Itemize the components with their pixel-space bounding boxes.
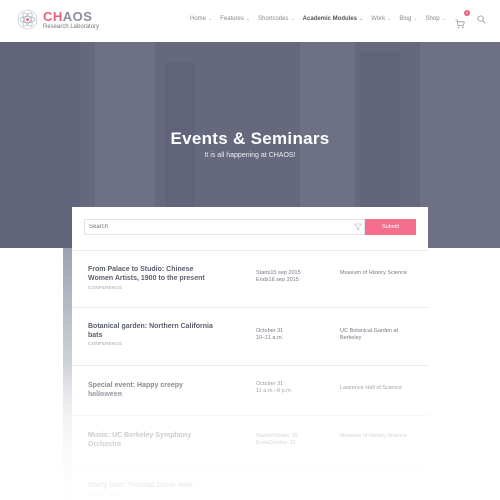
- event-category[interactable]: UNIVERSITY: [88, 443, 118, 448]
- event-title[interactable]: From Palace to Studio: Chinese Women Art…: [88, 265, 218, 283]
- chevron-down-icon: ⌄: [359, 16, 364, 22]
- site-header: CHAOS Research Laboratory Home ⌄ Features…: [0, 0, 500, 42]
- event-date: StartsOctober 30 EndsOctober 31: [256, 433, 326, 447]
- nav-label: Shortcodes: [258, 16, 289, 22]
- chevron-down-icon: ⌄: [290, 16, 295, 22]
- event-date-line: 11 a.m.–8 p.m.: [256, 388, 293, 394]
- event-row[interactable]: Special event: Happy creepy halloween CE…: [72, 365, 428, 415]
- event-date: Starts15 sep 2015 Ends16 sep 2015: [256, 270, 326, 284]
- cart-icon-svg: [455, 19, 465, 29]
- submit-button[interactable]: Submit: [365, 219, 416, 235]
- nav-label: Shop: [425, 16, 440, 22]
- cart-icon[interactable]: 0: [455, 10, 470, 29]
- chevron-down-icon: ⌄: [413, 16, 418, 22]
- event-category[interactable]: CONFERENCE: [88, 341, 123, 346]
- search-icon[interactable]: [477, 14, 486, 24]
- site-logo[interactable]: CHAOS Research Laboratory: [17, 9, 99, 30]
- page-title: Events & Seminars: [170, 129, 330, 148]
- event-location: Lawrence Hall of Science: [340, 385, 403, 391]
- brand-title: CHAOS: [43, 10, 99, 23]
- event-date-line: Starts15 sep 2015: [256, 270, 301, 276]
- event-row[interactable]: Music: UC Berkeley Symphony Orchestra UN…: [72, 415, 428, 465]
- nav-label: Features: [220, 16, 244, 22]
- chevron-down-icon: ⌄: [387, 16, 392, 22]
- filter-icon[interactable]: [354, 223, 362, 231]
- brand-subtitle: Research Laboratory: [43, 23, 100, 30]
- nav-item-features[interactable]: Features ⌄: [220, 16, 250, 22]
- event-date-line: 10–11 a.m.: [256, 335, 284, 341]
- brand-title-rest: AOS: [62, 8, 93, 24]
- event-location: Museum of History Science: [340, 270, 407, 276]
- nav-label: Academic Modules: [302, 16, 358, 22]
- header-icons: 0: [455, 10, 486, 29]
- nav-item-academic-modules[interactable]: Academic Modules ⌄: [303, 16, 364, 22]
- event-row[interactable]: Botanical garden: Northern California ba…: [72, 307, 428, 365]
- event-search-bar: Submit: [84, 219, 416, 235]
- event-row[interactable]: Study tour: Trinidad Creek walk STUDY TO…: [72, 465, 428, 500]
- chevron-down-icon: ⌄: [245, 16, 251, 22]
- event-date: October 31 11 a.m.–8 p.m.: [256, 381, 326, 395]
- chevron-down-icon: ⌄: [441, 16, 446, 22]
- atom-logo-icon: [17, 9, 38, 30]
- event-category[interactable]: CELEBRATION: [88, 392, 123, 397]
- event-category[interactable]: CONFERENCE: [88, 285, 123, 290]
- event-date-line: EndsOctober 31: [256, 440, 296, 446]
- event-location: UC Botanical Garden at Berkeley: [340, 328, 399, 341]
- event-date-line: Ends16 sep 2015: [256, 277, 299, 283]
- event-title[interactable]: Study tour: Trinidad Creek walk: [88, 481, 218, 490]
- event-title[interactable]: Botanical garden: Northern California ba…: [88, 322, 218, 340]
- event-category[interactable]: STUDY TOUR: [88, 492, 120, 497]
- event-date-line: October 31: [256, 381, 284, 387]
- nav-label: Work: [371, 16, 386, 22]
- cart-count-badge: 0: [464, 10, 470, 16]
- main-nav: Home ⌄ Features ⌄ Shortcodes ⌄ Academic Mod…: [190, 16, 454, 22]
- chevron-down-icon: ⌄: [208, 16, 213, 22]
- nav-item-home[interactable]: Home ⌄: [190, 16, 212, 22]
- page-subtitle: It is all happening at CHAOS!: [204, 152, 296, 159]
- nav-item-shop[interactable]: Shop ⌄: [426, 16, 446, 22]
- event-location: Museum of History Science: [340, 433, 407, 439]
- events-panel: Submit From Palace to Studio: Chinese Wo…: [72, 207, 428, 500]
- nav-item-work[interactable]: Work ⌄: [371, 16, 391, 22]
- nav-label: Blog: [399, 16, 412, 22]
- decorative-image-strip: [63, 248, 72, 500]
- nav-item-blog[interactable]: Blog ⌄: [399, 16, 417, 22]
- event-date-line: October 31: [256, 328, 284, 334]
- event-date: October 31 10–11 a.m.: [256, 328, 326, 342]
- nav-label: Home: [190, 16, 207, 22]
- event-date-line: StartsOctober 30: [256, 433, 298, 439]
- brand-title-accent: CH: [43, 8, 63, 24]
- search-input[interactable]: [84, 219, 365, 235]
- event-row[interactable]: From Palace to Studio: Chinese Women Art…: [72, 250, 428, 307]
- nav-item-shortcodes[interactable]: Shortcodes ⌄: [258, 16, 295, 22]
